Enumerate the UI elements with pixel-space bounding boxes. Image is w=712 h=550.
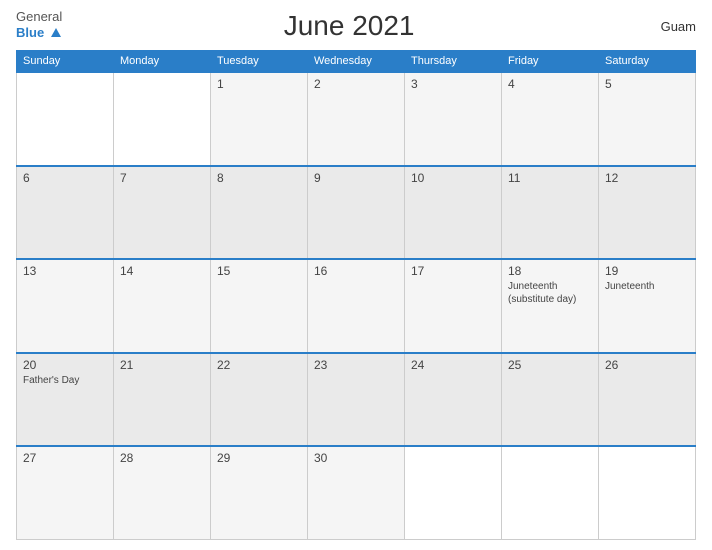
table-row: 26 (599, 353, 696, 447)
logo-triangle-icon (51, 28, 61, 37)
table-row: 4 (502, 72, 599, 166)
day-number: 10 (411, 171, 495, 185)
calendar-table: Sunday Monday Tuesday Wednesday Thursday… (16, 50, 696, 540)
day-number: 18 (508, 264, 592, 278)
table-row: 12 (599, 166, 696, 260)
day-number: 1 (217, 77, 301, 91)
day-number: 6 (23, 171, 107, 185)
region-label: Guam (636, 19, 696, 34)
table-row: 11 (502, 166, 599, 260)
table-row: 23 (308, 353, 405, 447)
logo-general-text: General (16, 10, 62, 24)
table-row: 9 (308, 166, 405, 260)
table-row (502, 446, 599, 540)
day-number: 4 (508, 77, 592, 91)
col-wednesday: Wednesday (308, 51, 405, 73)
table-row: 19 Juneteenth (599, 259, 696, 353)
day-number: 25 (508, 358, 592, 372)
day-number: 8 (217, 171, 301, 185)
day-number: 13 (23, 264, 107, 278)
table-row: 8 (211, 166, 308, 260)
table-row (17, 72, 114, 166)
col-tuesday: Tuesday (211, 51, 308, 73)
calendar-body: 123456789101112131415161718Juneteenth (s… (17, 72, 696, 540)
day-number: 2 (314, 77, 398, 91)
table-row: 29 (211, 446, 308, 540)
col-thursday: Thursday (405, 51, 502, 73)
table-row (114, 72, 211, 166)
table-row (405, 446, 502, 540)
holiday-label: Father's Day (23, 374, 107, 387)
day-number: 5 (605, 77, 689, 91)
day-number: 15 (217, 264, 301, 278)
day-number: 12 (605, 171, 689, 185)
day-number: 3 (411, 77, 495, 91)
day-number: 19 (605, 264, 689, 278)
holiday-label: Juneteenth (605, 280, 689, 293)
day-number: 11 (508, 171, 592, 185)
table-row (599, 446, 696, 540)
day-number: 23 (314, 358, 398, 372)
table-row: 28 (114, 446, 211, 540)
day-number: 20 (23, 358, 107, 372)
table-row: 14 (114, 259, 211, 353)
table-row: 3 (405, 72, 502, 166)
day-number: 7 (120, 171, 204, 185)
col-monday: Monday (114, 51, 211, 73)
day-number: 29 (217, 451, 301, 465)
table-row: 18 Juneteenth (substitute day) (502, 259, 599, 353)
table-row: 1 (211, 72, 308, 166)
col-saturday: Saturday (599, 51, 696, 73)
day-number: 21 (120, 358, 204, 372)
table-row: 2 (308, 72, 405, 166)
day-number: 9 (314, 171, 398, 185)
calendar-page: General Blue June 2021 Guam Sunday Monda… (0, 0, 712, 550)
day-number: 16 (314, 264, 398, 278)
day-number: 26 (605, 358, 689, 372)
day-number: 28 (120, 451, 204, 465)
col-friday: Friday (502, 51, 599, 73)
logo: General Blue (16, 10, 62, 42)
calendar-header: General Blue June 2021 Guam (16, 10, 696, 42)
day-number: 27 (23, 451, 107, 465)
table-row: 21 (114, 353, 211, 447)
table-row: 10 (405, 166, 502, 260)
day-number: 22 (217, 358, 301, 372)
table-row: 30 (308, 446, 405, 540)
table-row: 27 (17, 446, 114, 540)
calendar-title: June 2021 (62, 10, 636, 42)
table-row: 16 (308, 259, 405, 353)
table-row: 5 (599, 72, 696, 166)
table-row: 25 (502, 353, 599, 447)
table-row: 13 (17, 259, 114, 353)
holiday-label: Juneteenth (substitute day) (508, 280, 592, 306)
day-number: 14 (120, 264, 204, 278)
table-row: 22 (211, 353, 308, 447)
table-row: 15 (211, 259, 308, 353)
table-row: 6 (17, 166, 114, 260)
logo-blue-text: Blue (16, 24, 62, 42)
table-row: 24 (405, 353, 502, 447)
calendar-header-row: Sunday Monday Tuesday Wednesday Thursday… (17, 51, 696, 73)
day-number: 24 (411, 358, 495, 372)
col-sunday: Sunday (17, 51, 114, 73)
table-row: 20 Father's Day (17, 353, 114, 447)
day-number: 30 (314, 451, 398, 465)
table-row: 17 (405, 259, 502, 353)
table-row: 7 (114, 166, 211, 260)
day-number: 17 (411, 264, 495, 278)
